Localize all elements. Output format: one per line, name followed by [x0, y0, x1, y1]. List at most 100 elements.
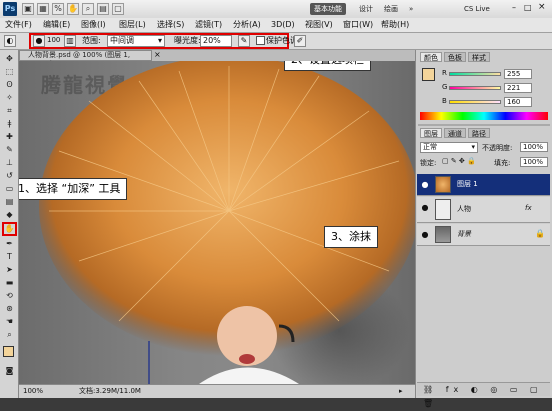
exposure-field[interactable]: 20%: [200, 35, 232, 47]
g-slider[interactable]: [449, 86, 501, 90]
menu-help[interactable]: 帮助(H): [378, 19, 412, 31]
workspace-painting-button[interactable]: 绘画: [380, 3, 402, 15]
brush-tool-icon[interactable]: ✎: [4, 145, 15, 154]
hand-icon[interactable]: ✋: [67, 3, 79, 15]
protect-tones-checkbox[interactable]: [256, 36, 265, 45]
chevron-down-icon: ▾: [471, 143, 475, 151]
tab-color[interactable]: 颜色: [420, 52, 442, 62]
cs-live-button[interactable]: CS Live: [460, 3, 494, 15]
color-fg-swatch[interactable]: [422, 68, 435, 81]
tab-swatches[interactable]: 色板: [444, 52, 466, 62]
foreground-color-swatch[interactable]: [3, 346, 14, 357]
minimize-icon[interactable]: –: [512, 3, 516, 12]
b-value-field[interactable]: 160: [504, 97, 532, 107]
color-spectrum-bar[interactable]: [420, 112, 548, 120]
zoom-level-icon[interactable]: %: [52, 3, 64, 15]
b-slider[interactable]: [449, 100, 501, 104]
layer-row-layer1[interactable]: ● 图层 1: [417, 174, 550, 196]
3d-camera-tool-icon[interactable]: ⊛: [4, 304, 15, 313]
move-tool-icon[interactable]: ✥: [4, 54, 15, 63]
layer-thumbnail: [435, 199, 451, 220]
marquee-tool-icon[interactable]: ⬚: [4, 67, 15, 76]
eyedropper-tool-icon[interactable]: ǂ: [4, 119, 15, 128]
quick-select-tool-icon[interactable]: ✧: [4, 93, 15, 102]
tab-layers[interactable]: 图层: [420, 128, 442, 138]
workspace-design-button[interactable]: 设计: [355, 3, 377, 15]
burn-tool-icon[interactable]: ✋: [4, 224, 15, 233]
history-brush-tool-icon[interactable]: ↺: [4, 171, 15, 180]
bridge-icon[interactable]: ▣: [22, 3, 34, 15]
title-bar: Ps ▣ ▦ % ✋ ⌕ ▤ ▢ 基本功能 设计 绘画 » CS Live – …: [0, 0, 552, 19]
clone-stamp-tool-icon[interactable]: ⊥: [4, 158, 15, 167]
fill-label: 填充:: [494, 159, 511, 167]
menu-window[interactable]: 窗口(W): [340, 19, 376, 31]
layer-thumbnail: [435, 176, 451, 193]
fill-field[interactable]: 100%: [520, 157, 548, 167]
menu-analysis[interactable]: 分析(A): [230, 19, 264, 31]
menu-image[interactable]: 图像(I): [78, 19, 109, 31]
menu-layer[interactable]: 图层(L): [116, 19, 149, 31]
healing-brush-tool-icon[interactable]: ✚: [4, 132, 15, 141]
blend-mode-select[interactable]: 正常 ▾: [420, 142, 478, 153]
3d-rotate-tool-icon[interactable]: ⟲: [4, 291, 15, 300]
close-icon[interactable]: ×: [538, 2, 546, 12]
menu-view[interactable]: 视图(V): [302, 19, 336, 31]
tablet-pressure-icon[interactable]: ✐: [294, 35, 306, 47]
crop-tool-icon[interactable]: ⌗: [4, 106, 15, 115]
lock-icons[interactable]: ▢ ✎ ✥ 🔒: [442, 157, 476, 165]
opacity-value: 100%: [523, 143, 544, 151]
pen-tool-icon[interactable]: ✒: [4, 239, 15, 248]
range-select[interactable]: 中间调 ▾: [107, 35, 165, 47]
eye-icon[interactable]: ●: [420, 203, 430, 213]
airbrush-icon[interactable]: ✎: [238, 35, 250, 47]
zoom-readout[interactable]: 100%: [23, 385, 43, 397]
tab-paths[interactable]: 路径: [468, 128, 490, 138]
r-slider[interactable]: [449, 72, 501, 76]
status-bar: 100% 文档:3.29M/11.0M ▸: [19, 384, 415, 398]
menu-3d[interactable]: 3D(D): [268, 19, 298, 31]
brush-preset-icon[interactable]: ●: [33, 35, 45, 47]
zoom-tool-icon[interactable]: ⌕: [4, 330, 15, 339]
maximize-icon[interactable]: □: [524, 3, 532, 12]
opacity-field[interactable]: 100%: [520, 142, 548, 152]
eraser-tool-icon[interactable]: ▭: [4, 184, 15, 193]
document-tab[interactable]: 人物背景.psd @ 100% (图层 1, RGB/8) *: [19, 50, 152, 68]
callout-step2: 2、设置选项栏: [284, 61, 371, 71]
menu-select[interactable]: 选择(S): [154, 19, 187, 31]
tool-preset-icon[interactable]: ◐: [4, 35, 16, 47]
quick-mask-icon[interactable]: ◙: [4, 366, 15, 375]
document-canvas[interactable]: 腾龍視覺 1、选择 “加深” 工具 3、涂抹: [19, 61, 415, 384]
hand-tool-icon[interactable]: ☚: [4, 317, 15, 326]
zoom-icon[interactable]: ⌕: [82, 3, 94, 15]
brush-panel-icon[interactable]: ▥: [64, 35, 76, 47]
blur-tool-icon[interactable]: ◆: [4, 210, 15, 219]
path-select-tool-icon[interactable]: ➤: [4, 265, 15, 274]
workspace-more-button[interactable]: »: [405, 3, 417, 15]
gradient-tool-icon[interactable]: ▤: [4, 197, 15, 206]
eye-icon[interactable]: ●: [420, 230, 430, 240]
layers-footer-icons[interactable]: ⛓ fx ◐ ◎ ▭ ▢ 🗑: [417, 382, 550, 408]
scroll-right-icon[interactable]: ▸: [399, 385, 403, 397]
exposure-value: 20%: [203, 36, 221, 45]
document-close-icon[interactable]: ×: [154, 50, 161, 60]
screen-mode-icon[interactable]: ▢: [112, 3, 124, 15]
tab-channels[interactable]: 通道: [444, 128, 466, 138]
g-value-field[interactable]: 221: [504, 83, 532, 93]
fx-badge[interactable]: fx: [525, 204, 532, 212]
eye-icon[interactable]: ●: [420, 180, 430, 190]
workspace-essentials-button[interactable]: 基本功能: [310, 3, 346, 15]
tab-styles[interactable]: 样式: [468, 52, 490, 62]
menu-edit[interactable]: 编辑(E): [40, 19, 73, 31]
layer-row-person[interactable]: ● 人物 fx: [417, 197, 550, 223]
menu-filter[interactable]: 滤镜(T): [192, 19, 225, 31]
minibridge-icon[interactable]: ▦: [37, 3, 49, 15]
arrange-docs-icon[interactable]: ▤: [97, 3, 109, 15]
lasso-tool-icon[interactable]: ʘ: [4, 80, 15, 89]
menu-file[interactable]: 文件(F): [2, 19, 35, 31]
layer-row-background[interactable]: ● 背景 🔒: [417, 224, 550, 246]
shape-tool-icon[interactable]: ▬: [4, 278, 15, 287]
type-tool-icon[interactable]: T: [4, 252, 15, 261]
chevron-down-icon: ▾: [157, 36, 162, 45]
mouth: [239, 354, 255, 364]
r-value-field[interactable]: 255: [504, 69, 532, 79]
